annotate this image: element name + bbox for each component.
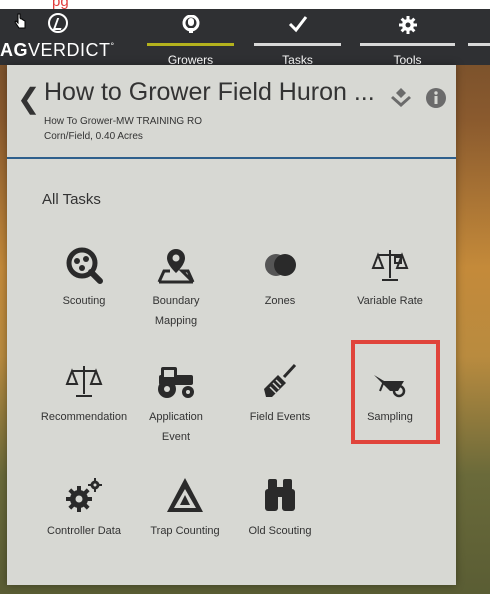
tab-tools-underline [360,43,455,46]
tab-overflow[interactable] [468,9,490,65]
tab-growers[interactable]: Growers [147,9,234,67]
field-details: Corn/Field, 0.40 Acres [44,131,143,142]
shovel-icon [230,359,330,403]
scale-icon [340,243,440,287]
section-title: All Tasks [42,191,101,208]
layers-icon[interactable] [390,87,412,109]
tab-tasks-underline [254,43,341,46]
task-label: Scouting [62,295,106,307]
task-label: Trap Counting [150,525,220,537]
top-strip: pg [0,0,490,10]
brand-wordmark: AGVERDICT° [0,40,115,60]
back-chevron-icon[interactable]: ❮ [17,85,40,113]
field-title: How to Grower Field Huron ... [44,78,375,106]
task-label: Boundary Mapping [152,295,200,327]
balance-icon [34,359,134,403]
trap-icon [135,473,235,517]
field-panel: ❮ How to Grower Field Huron ... How To G… [7,65,456,585]
tab-tasks[interactable]: Tasks [254,9,341,67]
task-label: Recommendation [40,411,128,423]
scouting-icon [34,243,134,287]
brand-logo[interactable]: AGVERDICT° [0,9,140,65]
panel-header: ❮ How to Grower Field Huron ... How To G… [7,65,456,159]
hand-cursor-icon [14,13,26,29]
logo-icon [48,13,68,33]
gear-icon [360,15,455,40]
info-icon[interactable] [425,87,447,109]
task-label: Variable Rate [357,295,423,307]
tractor-icon [126,359,226,403]
tab-tools[interactable]: Tools [360,9,455,67]
field-subtitle: How To Grower-MW TRAINING RO [44,116,202,127]
zones-icon [230,243,330,287]
app-bar: AGVERDICT° Growers Tasks Tools [0,9,490,67]
task-label: Controller Data [47,525,121,537]
binoculars-icon [230,473,330,517]
tab-overflow-underline [468,43,490,46]
person-icon [147,14,234,40]
task-label: Old Scouting [248,525,312,537]
gears-icon [34,473,134,517]
check-icon [254,15,341,38]
task-label: Zones [264,295,296,307]
sampling-highlight-box [351,340,440,444]
map-pin-icon [126,243,226,287]
task-label: Application Event [149,411,203,443]
tab-growers-underline [147,43,234,46]
task-label: Field Events [249,411,311,423]
